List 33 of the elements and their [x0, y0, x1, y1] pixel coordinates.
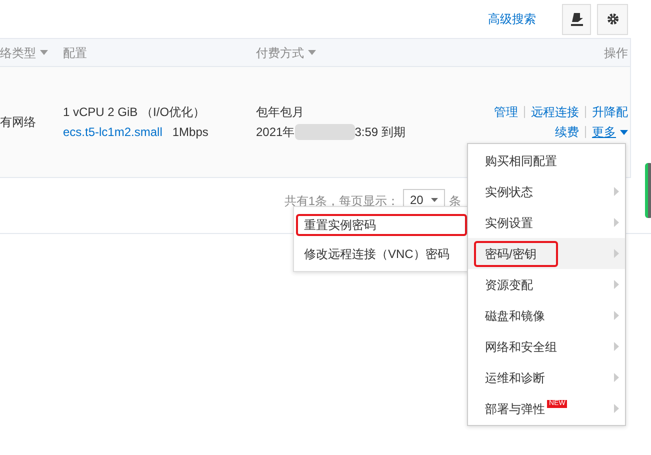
export-button[interactable] — [562, 4, 591, 34]
scroll-indicator — [645, 163, 651, 218]
settings-icon — [606, 13, 618, 25]
column-header: 配置 — [63, 44, 87, 62]
expiry-text: 2021年 — [256, 124, 295, 141]
export-icon — [570, 12, 584, 26]
table-cell-text: 1 vCPU 2 GiB （I/O优化） — [63, 104, 206, 121]
column-header: 操作 — [604, 44, 628, 62]
instance-type-link[interactable]: ecs.t5-lc1m2.small — [63, 123, 162, 141]
table-cell-text: 包年包月 — [256, 104, 305, 121]
submenu-item[interactable]: 修改远程连接（VNC）密码 — [296, 242, 467, 264]
pagination-unit: 条 — [449, 193, 461, 210]
menu-item[interactable]: 网络和安全组 — [468, 331, 625, 362]
action-link[interactable]: 升降配 — [592, 103, 628, 121]
menu-item[interactable]: 运维和诊断 — [468, 362, 625, 393]
menu-item[interactable]: 磁盘和镜像 — [468, 300, 625, 331]
action-link[interactable]: 续费 — [555, 123, 579, 141]
menu-item[interactable]: 资源变配 — [468, 269, 625, 300]
menu-item[interactable]: 密码/密钥 — [468, 238, 625, 269]
advanced-search-link[interactable]: 高级搜索 — [488, 10, 536, 28]
caret-icon — [620, 130, 628, 134]
redacted-blur — [294, 124, 355, 140]
menu-item[interactable]: 购买相同配置 — [468, 145, 625, 176]
action-link[interactable]: 管理 — [494, 103, 518, 121]
bandwidth-text: 1Mbps — [172, 124, 208, 141]
menu-item[interactable]: 实例设置 — [468, 207, 625, 238]
menu-item[interactable]: 实例状态 — [468, 176, 625, 207]
settings-button[interactable] — [597, 4, 628, 34]
caret-icon — [431, 198, 438, 202]
submenu-item[interactable]: 重置实例密码 — [296, 214, 467, 236]
expiry-text: 3:59 到期 — [354, 124, 406, 141]
table-cell: 有网络 — [0, 115, 36, 129]
action-link[interactable]: 远程连接 — [531, 103, 579, 121]
